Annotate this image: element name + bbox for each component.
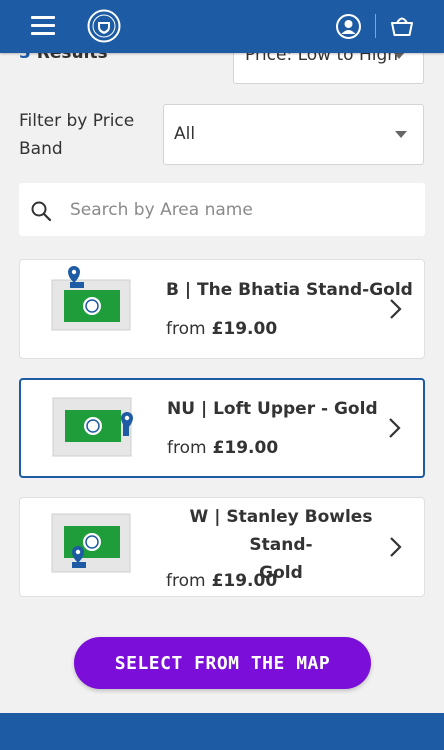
area-search-input[interactable]	[68, 196, 412, 224]
price-amount: £19.00	[211, 319, 278, 339]
stand-name-line-1: W | Stanley Bowles Stand-	[189, 507, 373, 555]
select-from-map-button[interactable]: SELECT FROM THE MAP	[74, 637, 371, 689]
stadium-map-thumbnail	[52, 397, 133, 457]
chevron-right-icon	[389, 418, 401, 438]
header-divider	[375, 14, 376, 38]
price-prefix: from	[166, 319, 206, 339]
chevron-down-icon	[395, 131, 407, 138]
top-header	[0, 0, 444, 53]
hamburger-menu-icon[interactable]	[31, 16, 55, 36]
price-band-select[interactable]: All	[163, 104, 424, 165]
club-crest-icon[interactable]	[87, 9, 121, 43]
stand-card-b[interactable]: B | The Bhatia Stand-Gold from £19.00	[19, 259, 425, 359]
account-icon[interactable]	[336, 14, 361, 39]
stand-card-w[interactable]: W | Stanley Bowles Stand- Gold from £19.0…	[19, 497, 425, 597]
stadium-map-thumbnail	[51, 266, 131, 331]
filter-price-band-label: Filter by Price Band	[19, 111, 135, 159]
basket-icon[interactable]	[389, 13, 415, 39]
price-prefix: from	[166, 571, 206, 591]
chevron-right-icon	[390, 299, 402, 319]
chevron-right-icon	[390, 537, 402, 557]
stand-name: B | The Bhatia Stand-Gold	[166, 280, 413, 300]
stand-price: from £19.00	[167, 438, 278, 458]
price-prefix: from	[167, 438, 207, 458]
price-amount: £19.00	[211, 571, 278, 591]
chevron-down-icon	[393, 52, 405, 59]
footer-band	[0, 713, 444, 750]
search-icon	[31, 201, 52, 222]
stand-name: NU | Loft Upper - Gold	[167, 399, 378, 419]
price-amount: £19.00	[212, 438, 279, 458]
stadium-map-thumbnail	[51, 513, 131, 573]
stand-price: from £19.00	[166, 319, 277, 339]
stand-price: from £19.00	[166, 571, 277, 591]
area-search-box	[19, 183, 425, 236]
price-band-selected-value: All	[174, 124, 196, 144]
stand-card-nu[interactable]: NU | Loft Upper - Gold from £19.00	[19, 378, 425, 478]
